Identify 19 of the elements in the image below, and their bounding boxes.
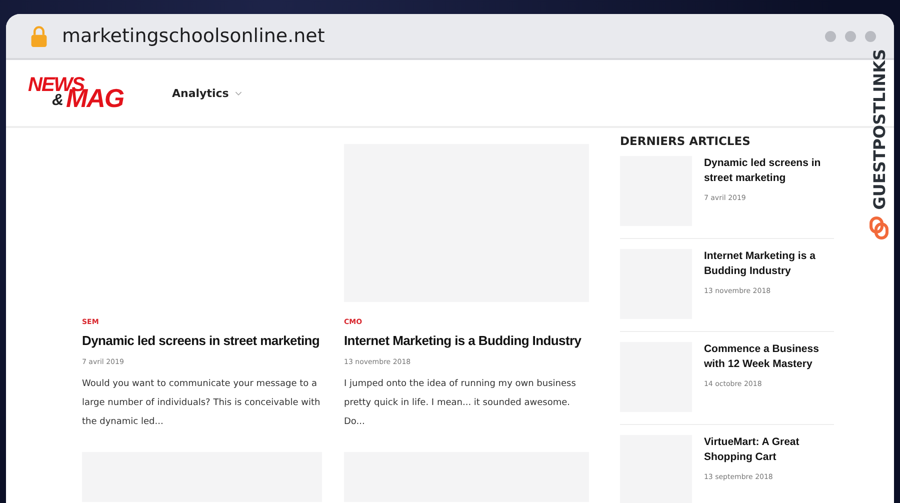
post-title[interactable]: Dynamic led screens in street marketing (82, 333, 322, 348)
lock-icon (30, 25, 48, 47)
post-excerpt: Would you want to communicate your message to a large number of individuals? This is conceivable with the dynamic led... (82, 378, 322, 429)
site-logo[interactable]: NEWS &MAG (28, 75, 128, 111)
article-title[interactable]: Internet Marketing is a Budding Industry (704, 249, 834, 279)
article-title[interactable]: Commence a Business with 12 Week Mastery (704, 342, 834, 372)
post-excerpt: I jumped onto the idea of running my own business pretty quick in life. I mean... it sounded awesome. Do... (344, 378, 577, 429)
window-control[interactable] (825, 30, 836, 42)
address-bar-url[interactable]: marketingschoolsonline.net (62, 25, 325, 47)
window-control[interactable] (865, 30, 876, 42)
window-control[interactable] (845, 30, 856, 42)
article-title[interactable]: Dynamic led screens in street marketing (704, 156, 834, 186)
article-title[interactable]: VirtueMart: A Great Shopping Cart (704, 435, 834, 465)
post-title[interactable]: Internet Marketing is a Budding Industry (344, 333, 589, 348)
chain-link-icon (869, 216, 890, 240)
chevron-icon (234, 90, 242, 96)
nav-link[interactable]: Analytics (172, 86, 242, 100)
sidebar-heading: DERNIERS ARTICLES (620, 134, 752, 148)
brand-name: GUESTPOSTLINKS (870, 49, 889, 210)
